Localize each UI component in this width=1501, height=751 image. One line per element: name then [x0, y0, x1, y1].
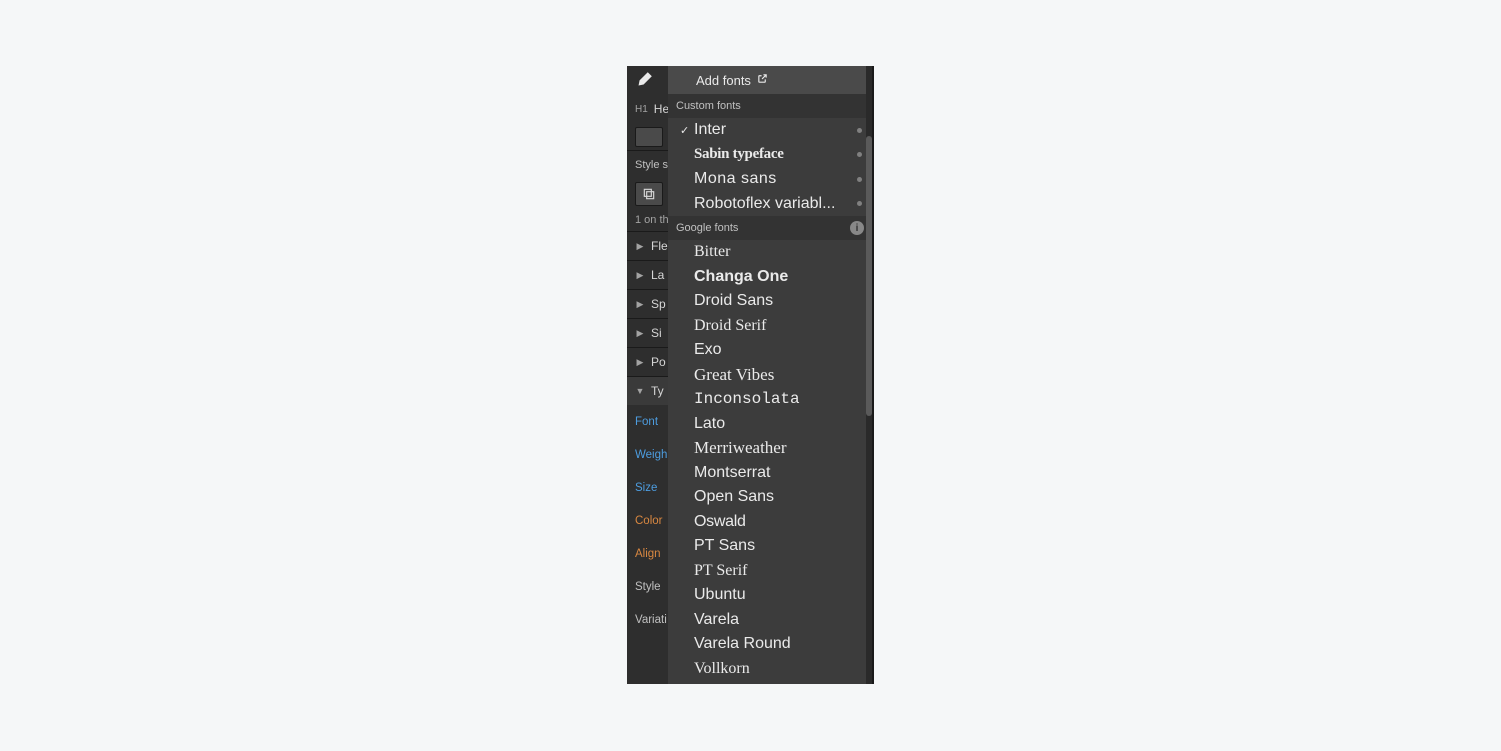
font-name: Ubuntu	[694, 586, 862, 604]
font-name: Changa One	[694, 268, 862, 286]
font-name: Oswald	[694, 513, 862, 531]
scrollbar-thumb[interactable]	[866, 136, 872, 416]
chevron-right-icon: ▶	[635, 357, 645, 368]
font-option[interactable]: Montserrat	[668, 461, 872, 486]
font-name: Droid Sans	[694, 292, 862, 310]
add-fonts-label: Add fonts	[696, 73, 751, 88]
font-name: Robotoflex variabl...	[694, 195, 857, 213]
font-name: Vollkorn	[694, 660, 862, 678]
font-name: Lato	[694, 415, 862, 433]
property-label: Variati	[635, 614, 667, 626]
font-name: Inter	[694, 121, 857, 139]
font-option[interactable]: Oswald	[668, 510, 872, 535]
font-option[interactable]: ✓Inter	[668, 118, 872, 143]
font-option[interactable]: Varela	[668, 608, 872, 633]
status-dot-icon	[857, 128, 862, 133]
font-name: Open Sans	[694, 488, 862, 506]
font-option[interactable]: Inconsolata	[668, 387, 872, 412]
accordion-label: Ty	[651, 384, 664, 398]
property-label: Align	[635, 548, 661, 560]
font-option[interactable]: Bitter	[668, 240, 872, 265]
font-name: PT Serif	[694, 562, 862, 580]
font-name: Varela	[694, 611, 862, 629]
selector-icon	[642, 187, 656, 201]
color-swatch[interactable]	[635, 127, 663, 147]
font-option[interactable]: Droid Sans	[668, 289, 872, 314]
selector-button[interactable]	[635, 182, 663, 206]
accordion-label: Si	[651, 326, 662, 340]
external-link-icon	[757, 73, 768, 87]
accordion-label: Po	[651, 355, 666, 369]
font-name: Exo	[694, 341, 862, 359]
chevron-right-icon: ▶	[635, 328, 645, 339]
font-option[interactable]: Ubuntu	[668, 583, 872, 608]
font-name: Droid Serif	[694, 317, 862, 335]
font-option[interactable]: Exo	[668, 338, 872, 363]
brush-icon	[635, 71, 653, 89]
font-option[interactable]: Robotoflex variabl...	[668, 192, 872, 217]
font-name: Inconsolata	[694, 390, 862, 408]
font-name: Montserrat	[694, 464, 862, 482]
chevron-right-icon: ▶	[635, 270, 645, 281]
font-option[interactable]: Droid Serif	[668, 314, 872, 339]
chevron-down-icon: ▼	[635, 386, 645, 396]
font-name: Varela Round	[694, 635, 862, 653]
info-icon[interactable]: i	[850, 221, 864, 235]
font-option[interactable]: PT Sans	[668, 534, 872, 559]
font-option[interactable]: Sabin typeface	[668, 143, 872, 168]
font-dropdown: Add fonts Custom fonts ✓Inter Sabin typef…	[668, 66, 874, 684]
status-dot-icon	[857, 152, 862, 157]
accordion-label: Sp	[651, 297, 666, 311]
font-option[interactable]: Vollkorn	[668, 657, 872, 682]
font-name: Merriweather	[694, 438, 862, 458]
font-name: Mona sans	[694, 170, 857, 188]
status-dot-icon	[857, 177, 862, 182]
accordion-label: Fle	[651, 239, 668, 253]
tag-badge: H1	[635, 104, 648, 115]
element-label: He	[654, 102, 669, 116]
property-label: Style	[635, 581, 661, 593]
check-icon: ✓	[680, 124, 694, 137]
property-label: Font	[635, 416, 658, 428]
font-option[interactable]: Great Vibes	[668, 363, 872, 388]
font-option[interactable]: Lato	[668, 412, 872, 437]
chevron-right-icon: ▶	[635, 299, 645, 310]
add-fonts-button[interactable]: Add fonts	[668, 66, 872, 94]
property-label: Color	[635, 515, 662, 527]
font-option[interactable]: Changa One	[668, 265, 872, 290]
font-name: Sabin typeface	[694, 146, 857, 163]
font-option[interactable]: Open Sans	[668, 485, 872, 510]
custom-fonts-label: Custom fonts	[676, 100, 741, 112]
status-dot-icon	[857, 201, 862, 206]
font-option[interactable]: Merriweather	[668, 436, 872, 461]
font-name: Great Vibes	[694, 365, 862, 385]
google-fonts-label: Google fonts	[676, 222, 738, 234]
font-option[interactable]: Mona sans	[668, 167, 872, 192]
google-fonts-header: Google fonts i	[668, 216, 872, 240]
accordion-label: La	[651, 268, 664, 282]
font-option[interactable]: PT Serif	[668, 559, 872, 584]
property-label: Size	[635, 482, 657, 494]
property-label: Weigh	[635, 449, 667, 461]
font-option[interactable]: Varela Round	[668, 632, 872, 657]
font-name: PT Sans	[694, 537, 862, 555]
font-name: Bitter	[694, 243, 862, 261]
chevron-right-icon: ▶	[635, 241, 645, 252]
custom-fonts-header: Custom fonts	[668, 94, 872, 118]
